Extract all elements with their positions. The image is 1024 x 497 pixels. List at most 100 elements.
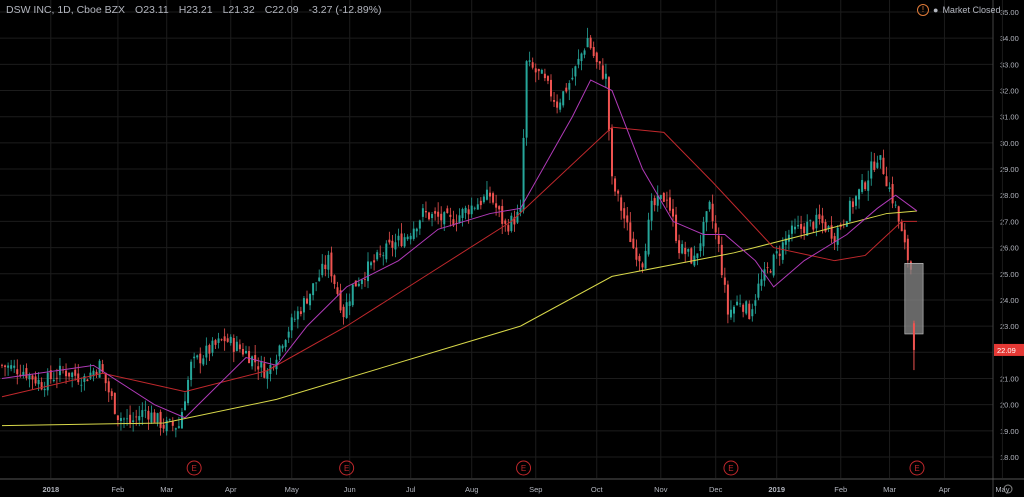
candle — [385, 243, 388, 260]
candle — [68, 372, 71, 377]
candle — [293, 318, 296, 320]
candle — [470, 205, 473, 215]
x-tick-label: Dec — [709, 485, 723, 494]
candle — [595, 52, 598, 63]
price-chart[interactable]: 18.0019.0020.0021.0022.0023.0024.0025.00… — [0, 0, 1024, 497]
candle — [681, 244, 684, 254]
x-tick-label: Sep — [529, 485, 542, 494]
candle — [141, 410, 144, 417]
candle — [580, 53, 583, 62]
candle — [309, 293, 312, 306]
candle — [132, 420, 135, 423]
candle — [711, 203, 714, 222]
candle — [400, 233, 403, 247]
candle — [809, 219, 812, 221]
open-value: O23.11 — [135, 4, 169, 16]
candle — [370, 262, 373, 266]
candle — [760, 279, 763, 286]
candle — [281, 345, 284, 349]
candle — [412, 228, 415, 239]
candle — [790, 225, 793, 234]
candle — [144, 409, 147, 411]
candle — [653, 198, 656, 206]
symbol-label[interactable]: DSW INC, 1D, Cboe BZX — [6, 4, 125, 16]
candle — [708, 201, 711, 210]
candle — [574, 66, 577, 77]
candle — [177, 426, 180, 428]
candle — [330, 252, 333, 277]
x-tick-label: Apr — [225, 485, 237, 494]
warning-icon[interactable]: ! — [917, 4, 929, 16]
candle — [601, 65, 604, 79]
candle — [190, 361, 193, 380]
candle — [705, 211, 708, 223]
candle — [418, 220, 421, 229]
candle — [742, 304, 745, 312]
candle — [848, 200, 851, 222]
candle — [733, 306, 735, 314]
candle — [266, 371, 269, 379]
candle — [699, 243, 702, 252]
x-tick-label: Oct — [591, 485, 604, 494]
x-tick-label: Jun — [344, 485, 356, 494]
candle — [504, 220, 507, 224]
candle — [348, 301, 351, 307]
candle — [479, 200, 482, 206]
candle — [43, 388, 46, 391]
candle — [818, 214, 821, 219]
candle — [241, 348, 244, 355]
candle — [876, 162, 879, 168]
candle — [556, 101, 559, 108]
x-tick-label: Apr — [939, 485, 951, 494]
candle — [373, 260, 376, 263]
candle — [696, 253, 699, 258]
candle — [510, 215, 513, 231]
candle — [180, 412, 183, 429]
candle — [235, 341, 238, 351]
candle — [113, 393, 116, 414]
candle — [135, 416, 138, 418]
chart-container[interactable]: 18.0019.0020.0021.0022.0023.0024.0025.00… — [0, 0, 1024, 497]
candle — [870, 161, 873, 179]
candle — [107, 381, 110, 393]
candle — [321, 263, 324, 276]
candle — [351, 284, 354, 306]
candle — [406, 236, 409, 240]
candle — [821, 215, 824, 224]
candle — [421, 208, 424, 217]
x-tick-label: Feb — [834, 485, 847, 494]
candle — [745, 301, 748, 314]
candle — [864, 182, 867, 190]
candle — [299, 311, 302, 314]
candle — [376, 252, 379, 260]
candle — [71, 372, 74, 377]
candle — [229, 336, 232, 344]
candle — [891, 184, 894, 204]
candle — [31, 375, 34, 380]
candle — [516, 211, 519, 223]
candle — [635, 247, 638, 260]
candle — [388, 239, 391, 243]
x-tick-label: Mar — [160, 485, 173, 494]
candle — [638, 256, 641, 262]
candle — [382, 255, 385, 257]
candle — [226, 338, 229, 342]
candle — [196, 355, 199, 358]
candle — [342, 306, 345, 318]
market-status-label: Market Closed — [942, 5, 1001, 15]
candle — [592, 46, 595, 56]
candle — [333, 275, 336, 285]
candle — [748, 303, 751, 320]
x-tick-label: May — [285, 485, 299, 494]
candle — [13, 365, 16, 368]
candle — [598, 61, 601, 64]
candle — [110, 391, 113, 397]
candle — [248, 351, 251, 364]
candle — [4, 365, 7, 368]
candle — [171, 421, 174, 426]
candle — [208, 345, 211, 354]
candle — [260, 361, 263, 368]
candle — [858, 189, 861, 200]
candle — [894, 204, 897, 206]
candle — [546, 76, 549, 81]
